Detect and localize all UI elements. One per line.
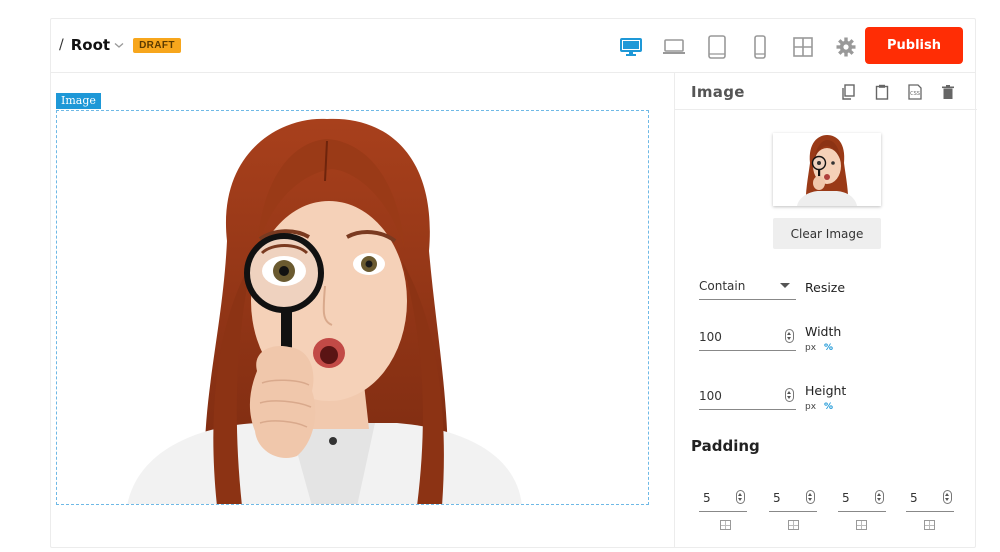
height-unit-percent[interactable]: % <box>824 402 833 412</box>
gear-icon <box>836 37 856 57</box>
properties-panel: Image CSS Clear Image Contain Resize 100 <box>674 73 977 548</box>
padding-top-stepper[interactable] <box>736 490 745 504</box>
width-units: px% <box>805 343 833 353</box>
height-units: px% <box>805 402 833 412</box>
padding-left-value: 5 <box>910 491 918 505</box>
layout-grid-button[interactable] <box>788 34 818 60</box>
resize-select[interactable]: Contain <box>699 274 796 300</box>
padding-left-stepper[interactable] <box>943 490 952 504</box>
laptop-view-button[interactable] <box>659 34 689 60</box>
width-unit-px[interactable]: px <box>805 343 816 353</box>
clear-image-button[interactable]: Clear Image <box>773 218 881 249</box>
width-stepper[interactable] <box>785 329 794 343</box>
image-thumbnail <box>773 133 881 206</box>
css-icon[interactable]: CSS <box>907 84 923 100</box>
svg-text:CSS: CSS <box>910 91 920 97</box>
padding-bottom-input[interactable]: 5 <box>838 486 886 512</box>
caret-down-icon <box>780 283 790 288</box>
desktop-icon <box>620 38 642 56</box>
width-value: 100 <box>699 330 722 344</box>
device-switcher <box>616 34 874 60</box>
padding-right-icon <box>788 520 799 530</box>
padding-heading: Padding <box>691 437 760 455</box>
desktop-view-button[interactable] <box>616 34 646 60</box>
mobile-view-button[interactable] <box>745 34 775 60</box>
settings-button[interactable] <box>831 34 861 60</box>
tablet-icon <box>708 35 726 59</box>
padding-left-icon <box>924 520 935 530</box>
height-unit-px[interactable]: px <box>805 402 816 412</box>
height-stepper[interactable] <box>785 388 794 402</box>
grid-icon <box>793 37 813 57</box>
height-value: 100 <box>699 389 722 403</box>
padding-top-icon <box>720 520 731 530</box>
width-unit-percent[interactable]: % <box>824 343 833 353</box>
panel-header: Image CSS <box>675 73 977 110</box>
trash-icon[interactable] <box>940 84 956 100</box>
resize-select-value: Contain <box>699 279 746 293</box>
mobile-icon <box>754 35 766 59</box>
width-input[interactable]: 100 <box>699 325 796 351</box>
breadcrumb[interactable]: / Root DRAFT <box>59 36 181 54</box>
panel-title: Image <box>691 83 745 101</box>
tablet-view-button[interactable] <box>702 34 732 60</box>
padding-right-input[interactable]: 5 <box>769 486 817 512</box>
padding-bottom-stepper[interactable] <box>875 490 884 504</box>
thumbnail-photo <box>797 135 857 206</box>
breadcrumb-root[interactable]: Root <box>71 36 110 54</box>
publish-button[interactable]: Publish <box>865 27 963 64</box>
padding-left-input[interactable]: 5 <box>906 486 954 512</box>
status-badge: DRAFT <box>133 37 181 53</box>
padding-top-value: 5 <box>703 491 711 505</box>
copy-icon[interactable] <box>841 84 857 100</box>
padding-bottom-value: 5 <box>842 491 850 505</box>
top-bar: / Root DRAFT Publish <box>50 18 976 73</box>
padding-bottom-icon <box>856 520 867 530</box>
breadcrumb-separator: / <box>59 37 64 53</box>
laptop-icon <box>663 39 685 54</box>
padding-right-value: 5 <box>773 491 781 505</box>
selected-element-label: Image <box>56 93 101 109</box>
height-label: Height <box>805 383 847 398</box>
panel-actions: CSS <box>841 84 973 100</box>
paste-icon[interactable] <box>874 84 890 100</box>
padding-right-stepper[interactable] <box>806 490 815 504</box>
chevron-down-icon[interactable] <box>113 39 125 51</box>
portrait-photo <box>127 118 522 504</box>
image-element[interactable] <box>56 110 649 505</box>
height-input[interactable]: 100 <box>699 384 796 410</box>
width-label: Width <box>805 324 842 339</box>
padding-top-input[interactable]: 5 <box>699 486 747 512</box>
resize-label: Resize <box>805 280 846 295</box>
